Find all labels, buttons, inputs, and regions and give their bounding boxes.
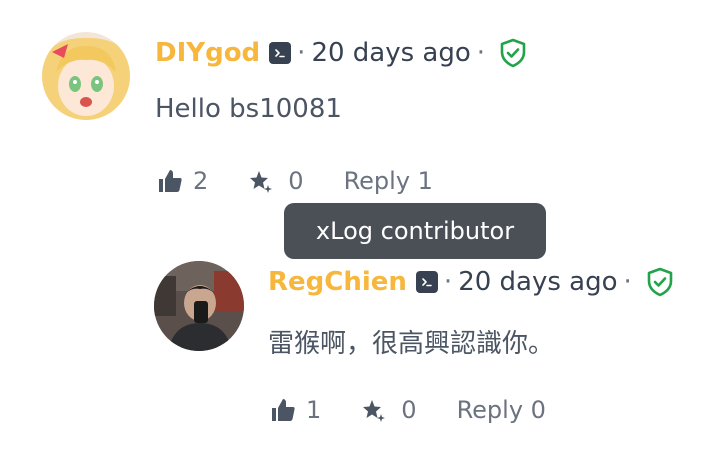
comment-time[interactable]: 20 days ago — [311, 38, 470, 68]
tip-button[interactable]: 0 — [248, 167, 304, 195]
avatar[interactable] — [42, 32, 130, 120]
comment-meta: RegChien · 20 days ago · — [268, 265, 674, 299]
reply-button[interactable]: Reply 1 — [344, 167, 433, 195]
separator: · — [476, 38, 486, 68]
tip-count: 0 — [401, 396, 417, 424]
shield-check-icon[interactable] — [646, 267, 674, 297]
anime-avatar-image — [42, 32, 130, 120]
comment-actions: 1 0 Reply 0 — [270, 394, 546, 426]
avatar[interactable] — [154, 261, 244, 351]
separator: · — [623, 267, 632, 297]
comment-meta: DIYgod · 20 days ago · — [155, 36, 527, 70]
like-button[interactable]: 1 — [270, 396, 321, 424]
comment-actions: 2 0 Reply 1 — [157, 165, 433, 197]
separator: · — [443, 267, 453, 297]
like-count: 1 — [306, 396, 322, 424]
reply-button[interactable]: Reply 0 — [457, 396, 546, 424]
photo-avatar-image — [154, 261, 244, 351]
author-name[interactable]: RegChien — [268, 267, 407, 297]
thumbs-up-icon — [157, 168, 183, 194]
separator: · — [297, 38, 306, 68]
tip-count: 0 — [288, 167, 304, 195]
thumbs-up-icon — [270, 397, 296, 423]
like-button[interactable]: 2 — [157, 167, 208, 195]
star-sparkle-icon — [361, 397, 387, 423]
shield-check-icon[interactable] — [499, 38, 527, 68]
terminal-icon — [269, 42, 292, 64]
star-sparkle-icon — [248, 168, 274, 194]
comment-time[interactable]: 20 days ago — [458, 267, 617, 297]
like-count: 2 — [193, 167, 209, 195]
author-name[interactable]: DIYgod — [155, 38, 260, 68]
tip-button[interactable]: 0 — [361, 396, 417, 424]
terminal-icon — [415, 271, 438, 293]
comment-content: 雷猴啊，很高興認識你。 — [268, 329, 555, 359]
comment-content: Hello bs10081 — [155, 94, 342, 124]
contributor-tooltip: xLog contributor — [284, 203, 546, 259]
